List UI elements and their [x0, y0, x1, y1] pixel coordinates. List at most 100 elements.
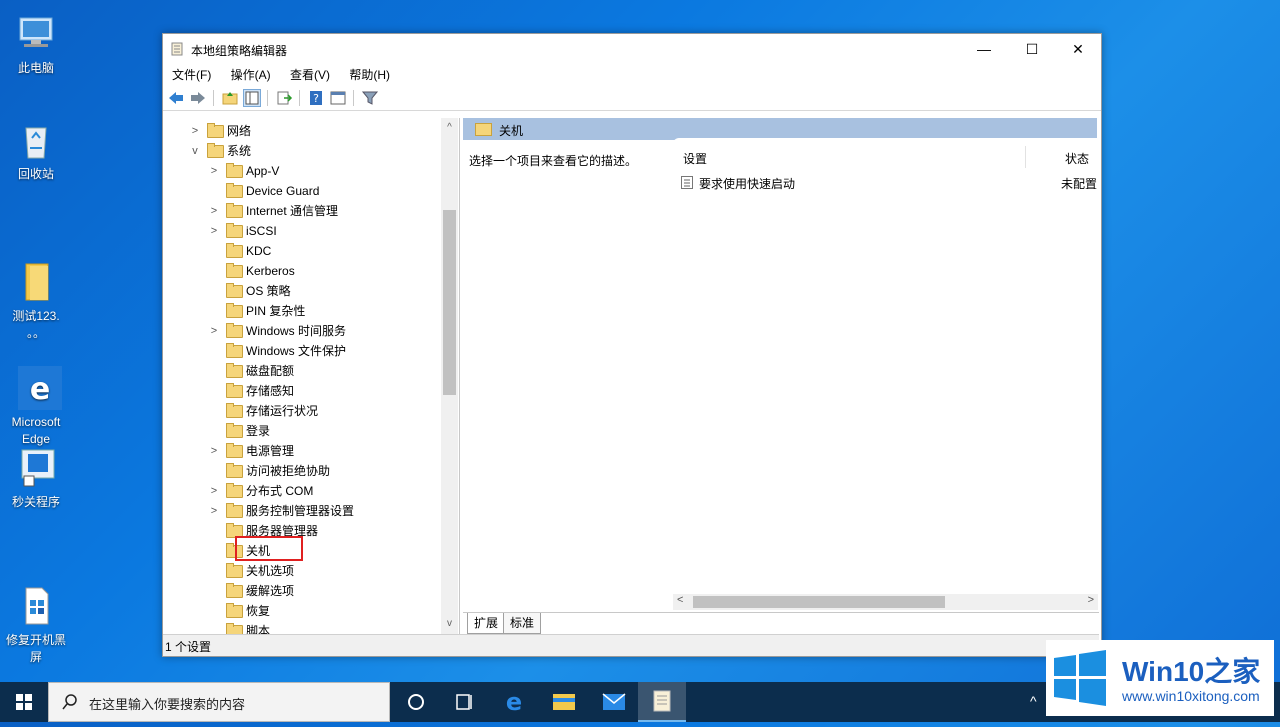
edge-icon[interactable]: e — [490, 682, 538, 722]
cortana-icon[interactable] — [392, 682, 440, 722]
chevron-right-icon[interactable]: > — [209, 481, 219, 501]
tree-item[interactable]: > 电源管理 — [163, 441, 441, 461]
scroll-thumb[interactable] — [443, 210, 456, 395]
status-bar: 1 个设置 — [163, 634, 1099, 656]
desktop-icon-recycle-bin[interactable]: 回收站 — [4, 118, 68, 183]
help-icon[interactable]: ? — [307, 89, 325, 107]
folder-icon — [226, 443, 243, 458]
scroll-right-arrow[interactable]: > — [1088, 594, 1094, 606]
tree-item[interactable]: > 网络 — [163, 121, 441, 141]
tree-item[interactable]: 存储感知 — [163, 381, 441, 401]
toolbar-separator — [299, 90, 300, 106]
taskbar-search[interactable]: 在这里输入你要搜索的内容 — [48, 682, 390, 722]
tree-item-label: 登录 — [246, 424, 271, 438]
forward-icon[interactable] — [189, 89, 207, 107]
column-header-setting[interactable]: 设置 — [683, 150, 707, 167]
horizontal-scrollbar[interactable]: < > — [673, 594, 1098, 610]
menu-help[interactable]: 帮助(H) — [349, 64, 390, 86]
close-button[interactable]: ✕ — [1055, 34, 1101, 64]
setting-row[interactable]: 要求使用快速启动 未配置 — [681, 174, 1097, 192]
tree-item[interactable]: Windows 文件保护 — [163, 341, 441, 361]
tray-overflow-arrow[interactable]: ^ — [1030, 693, 1037, 709]
shortcut-app-icon — [14, 446, 58, 490]
chevron-right-icon[interactable]: > — [209, 221, 219, 241]
menu-action[interactable]: 操作(A) — [231, 64, 271, 86]
tree-item[interactable]: Device Guard — [163, 181, 441, 201]
folder-icon — [226, 623, 243, 634]
desktop-icon-this-pc[interactable]: 此电脑 — [4, 12, 68, 77]
tree-item-label: 缓解选项 — [246, 584, 295, 598]
chevron-down-icon[interactable]: v — [190, 141, 200, 161]
tree-item[interactable]: 登录 — [163, 421, 441, 441]
folder-icon — [226, 283, 243, 298]
desktop-icon-label: 此电脑 — [17, 61, 54, 75]
chevron-right-icon[interactable]: > — [190, 121, 200, 141]
folder-icon — [14, 243, 58, 301]
tree-item[interactable]: OS 策略 — [163, 281, 441, 301]
start-button[interactable] — [0, 682, 48, 722]
export-icon[interactable] — [275, 89, 293, 107]
tree-item[interactable]: PIN 复杂性 — [163, 301, 441, 321]
properties-icon[interactable] — [329, 89, 347, 107]
filter-icon[interactable] — [361, 89, 379, 107]
details-header-title: 关机 — [499, 124, 524, 138]
tree-item[interactable]: 访问被拒绝协助 — [163, 461, 441, 481]
chevron-right-icon[interactable]: > — [209, 501, 219, 521]
tree-pane: > 网络 v 系统 > App-V Device Guard > Internet 通信管理 > i… — [163, 118, 460, 634]
scroll-left-arrow[interactable]: < — [677, 594, 683, 606]
tree-item[interactable]: > 分布式 COM — [163, 481, 441, 501]
scroll-down-arrow[interactable]: v — [441, 618, 458, 629]
task-view-icon[interactable] — [440, 682, 488, 722]
tree-item-label: OS 策略 — [246, 284, 291, 298]
show-tree-icon[interactable] — [243, 89, 261, 107]
toolbar-separator — [213, 90, 214, 106]
folder-icon — [226, 263, 243, 278]
desktop-icon-fix-black-screen[interactable]: 修复开机黑 屏 — [4, 550, 68, 683]
tree-item-label: 关机选项 — [246, 564, 295, 578]
tree-item[interactable]: KDC — [163, 241, 441, 261]
menu-view[interactable]: 查看(V) — [290, 64, 330, 86]
details-pane: 关机 选择一个项目来查看它的描述。 设置 状态 要求使用快速启动 未配置 < >… — [463, 118, 1099, 634]
tree-item-label: 恢复 — [246, 604, 271, 618]
scroll-thumb[interactable] — [693, 596, 945, 608]
gpedit-taskbar-icon[interactable] — [638, 682, 686, 722]
tab-extended[interactable]: 扩展 — [467, 613, 506, 634]
minimize-button[interactable]: — — [961, 34, 1007, 64]
title-bar[interactable]: 本地组策略编辑器 — ☐ ✕ — [163, 34, 1101, 64]
chevron-right-icon[interactable]: > — [209, 201, 219, 221]
tree-item-label: 存储感知 — [246, 384, 295, 398]
tree-item[interactable]: Kerberos — [163, 261, 441, 281]
chevron-right-icon[interactable]: > — [209, 321, 219, 341]
tree-item[interactable]: 脚本 — [163, 621, 441, 634]
chevron-right-icon[interactable]: > — [209, 161, 219, 181]
menu-file[interactable]: 文件(F) — [172, 64, 211, 86]
tree-item[interactable]: 存储运行状况 — [163, 401, 441, 421]
folder-icon — [226, 343, 243, 358]
tree-item[interactable]: > 服务控制管理器设置 — [163, 501, 441, 521]
file-explorer-icon[interactable] — [540, 682, 588, 722]
tree-item[interactable]: > Internet 通信管理 — [163, 201, 441, 221]
tree-item[interactable]: 关机选项 — [163, 561, 441, 581]
maximize-button[interactable]: ☐ — [1009, 34, 1055, 64]
tree-item-label: 脚本 — [246, 624, 271, 634]
scroll-up-arrow[interactable]: ^ — [441, 122, 458, 133]
chevron-right-icon[interactable]: > — [209, 441, 219, 461]
watermark-title: Win10之家 — [1122, 656, 1261, 687]
tree-item[interactable]: > Windows 时间服务 — [163, 321, 441, 341]
tree-item[interactable]: 缓解选项 — [163, 581, 441, 601]
folder-icon — [226, 463, 243, 478]
desktop-icon-quick-close[interactable]: 秒关程序 — [4, 446, 68, 511]
column-header-state[interactable]: 状态 — [1065, 150, 1089, 167]
tree-item[interactable]: 磁盘配额 — [163, 361, 441, 381]
tab-standard[interactable]: 标准 — [503, 613, 542, 634]
up-folder-icon[interactable] — [221, 89, 239, 107]
mail-icon[interactable] — [590, 682, 638, 722]
tree-item[interactable]: 恢复 — [163, 601, 441, 621]
status-text: 1 个设置 — [165, 640, 212, 654]
tree-item[interactable]: > App-V — [163, 161, 441, 181]
tree-item[interactable]: v 系统 — [163, 141, 441, 161]
back-icon[interactable] — [167, 89, 185, 107]
tree-scrollbar[interactable]: ^ v — [441, 118, 458, 634]
column-separator[interactable] — [1025, 146, 1026, 168]
tree-item[interactable]: > iSCSI — [163, 221, 441, 241]
